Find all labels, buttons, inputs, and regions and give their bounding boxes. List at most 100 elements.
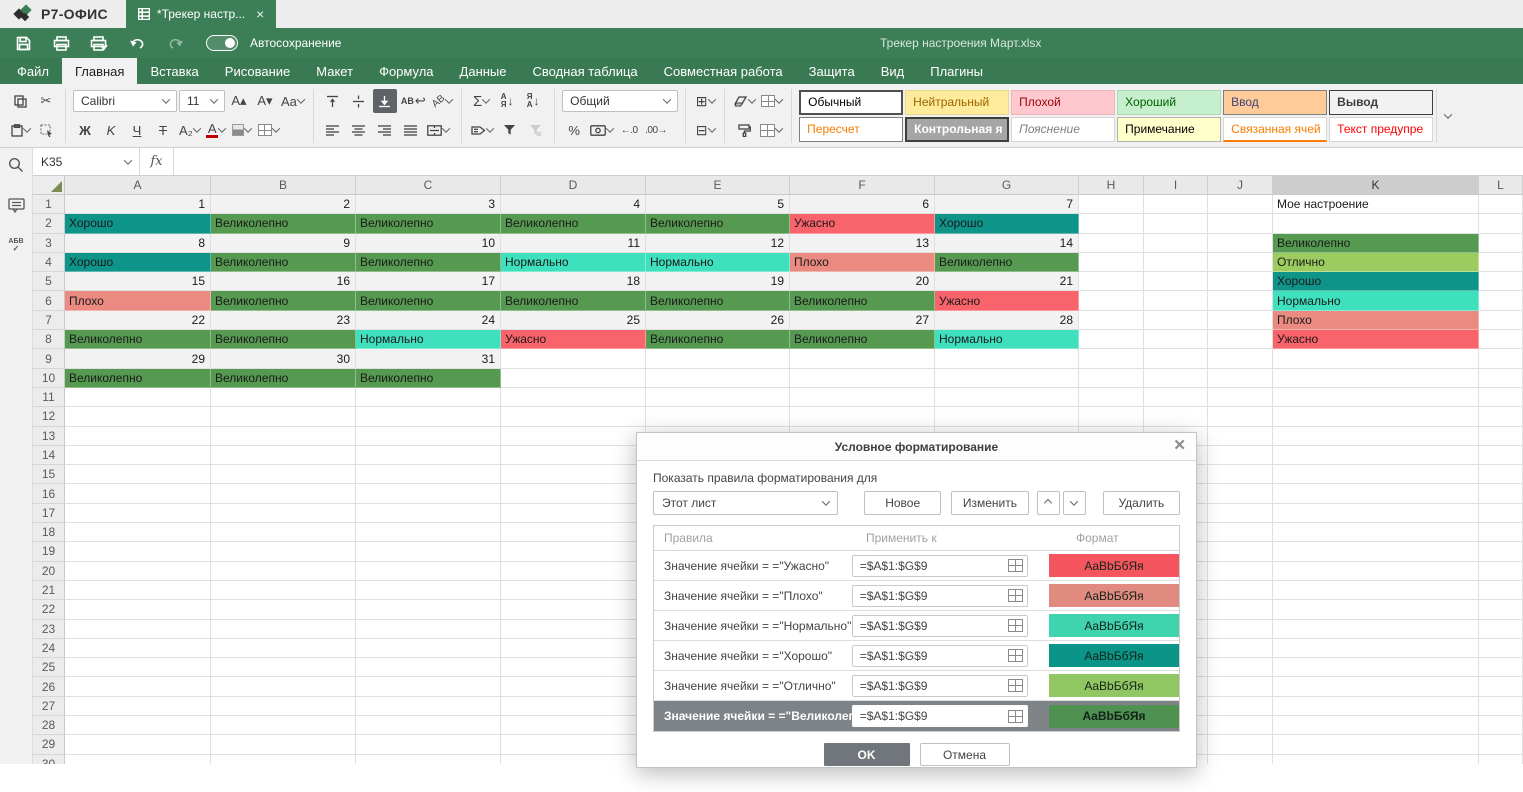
strikethrough-button[interactable]: Т [151,118,175,142]
font-color-button[interactable]: А [204,118,228,142]
cell-L29[interactable] [1479,735,1523,754]
cell-L10[interactable] [1479,369,1523,388]
cell-K28[interactable] [1273,716,1479,735]
cell-style-контрольная-я[interactable]: Контрольная я [905,117,1009,142]
cell-D10[interactable] [501,369,646,388]
cell-D20[interactable] [501,562,646,581]
cell-I12[interactable] [1144,407,1208,426]
cell-L16[interactable] [1479,484,1523,503]
cell-D3[interactable]: 11 [501,234,646,253]
cell-J17[interactable] [1208,504,1273,523]
cell-style-обычный[interactable]: Обычный [799,90,903,115]
autosave-toggle[interactable] [206,35,238,51]
cell-C6[interactable]: Великолепно [356,291,501,310]
cell-G10[interactable] [935,369,1079,388]
cell-H5[interactable] [1079,272,1144,291]
cell-C8[interactable]: Нормально [356,330,501,349]
column-header-E[interactable]: E [646,176,790,195]
menu-tab-макет[interactable]: Макет [303,58,366,84]
cell-D15[interactable] [501,465,646,484]
cell-L15[interactable] [1479,465,1523,484]
cell-I1[interactable] [1144,195,1208,214]
cell-B5[interactable]: 16 [211,272,356,291]
cell-A14[interactable] [65,446,211,465]
select-all-corner[interactable] [33,176,65,195]
cell-D17[interactable] [501,504,646,523]
column-header-B[interactable]: B [211,176,356,195]
column-header-C[interactable]: C [356,176,501,195]
cell-F9[interactable] [790,349,935,368]
undo-button[interactable] [120,31,154,55]
cell-style-текст-предупре[interactable]: Текст предупре [1329,117,1433,142]
cell-A15[interactable] [65,465,211,484]
cell-I2[interactable] [1144,214,1208,233]
cell-J1[interactable] [1208,195,1273,214]
select-range-icon[interactable] [1008,710,1023,723]
cell-K23[interactable] [1273,620,1479,639]
cell-style-вывод[interactable]: Вывод [1329,90,1433,115]
align-bottom-button[interactable] [373,89,397,113]
select-range-icon[interactable] [1008,679,1023,692]
cell-K6[interactable]: Нормально [1273,291,1479,310]
cell-K12[interactable] [1273,407,1479,426]
cell-L28[interactable] [1479,716,1523,735]
cell-K2[interactable] [1273,214,1479,233]
cell-C2[interactable]: Великолепно [356,214,501,233]
cell-B2[interactable]: Великолепно [211,214,356,233]
cell-C19[interactable] [356,542,501,561]
cell-I11[interactable] [1144,388,1208,407]
cell-B24[interactable] [211,639,356,658]
cell-K15[interactable] [1273,465,1479,484]
cell-K29[interactable] [1273,735,1479,754]
cell-E5[interactable]: 19 [646,272,790,291]
cell-J3[interactable] [1208,234,1273,253]
print-button[interactable] [44,31,78,55]
cell-H7[interactable] [1079,311,1144,330]
cell-A30[interactable] [65,755,211,764]
rule-range-input[interactable]: =$A$1:$G$9 [852,675,1028,697]
row-header-1[interactable]: 1 [33,195,65,214]
cell-A25[interactable] [65,658,211,677]
autosum-button[interactable]: Σ [469,89,493,113]
cell-L7[interactable] [1479,311,1523,330]
cell-A4[interactable]: Хорошо [65,253,211,272]
row-header-26[interactable]: 26 [33,677,65,696]
cell-K19[interactable] [1273,542,1479,561]
cell-C14[interactable] [356,446,501,465]
cell-F7[interactable]: 27 [790,311,935,330]
cell-B14[interactable] [211,446,356,465]
cell-B18[interactable] [211,523,356,542]
cell-I10[interactable] [1144,369,1208,388]
cell-A20[interactable] [65,562,211,581]
cell-K1[interactable]: Мое настроение [1273,195,1479,214]
cell-A9[interactable]: 29 [65,349,211,368]
cell-C15[interactable] [356,465,501,484]
copy-style-button[interactable] [732,118,756,142]
app-logo[interactable]: Р7-ОФИС [0,0,126,28]
cell-A18[interactable] [65,523,211,542]
cell-F3[interactable]: 13 [790,234,935,253]
menu-tab-рисование[interactable]: Рисование [212,58,303,84]
cell-D6[interactable]: Великолепно [501,291,646,310]
cell-J12[interactable] [1208,407,1273,426]
row-header-29[interactable]: 29 [33,735,65,754]
cell-K7[interactable]: Плохо [1273,311,1479,330]
column-header-K[interactable]: K [1273,176,1479,195]
cell-L11[interactable] [1479,388,1523,407]
cell-C23[interactable] [356,620,501,639]
menu-tab-вставка[interactable]: Вставка [137,58,211,84]
cell-L24[interactable] [1479,639,1523,658]
menu-tab-данные[interactable]: Данные [447,58,520,84]
cell-F5[interactable]: 20 [790,272,935,291]
cell-E2[interactable]: Великолепно [646,214,790,233]
rule-range-input[interactable]: =$A$1:$G$9 [852,555,1028,577]
menu-tab-файл[interactable]: Файл [4,58,62,84]
cell-L3[interactable] [1479,234,1523,253]
bold-button[interactable]: Ж [73,118,97,142]
cell-L17[interactable] [1479,504,1523,523]
edit-rule-button[interactable]: Изменить [951,491,1028,515]
cell-J25[interactable] [1208,658,1273,677]
column-header-G[interactable]: G [935,176,1079,195]
cell-L18[interactable] [1479,523,1523,542]
column-header-D[interactable]: D [501,176,646,195]
